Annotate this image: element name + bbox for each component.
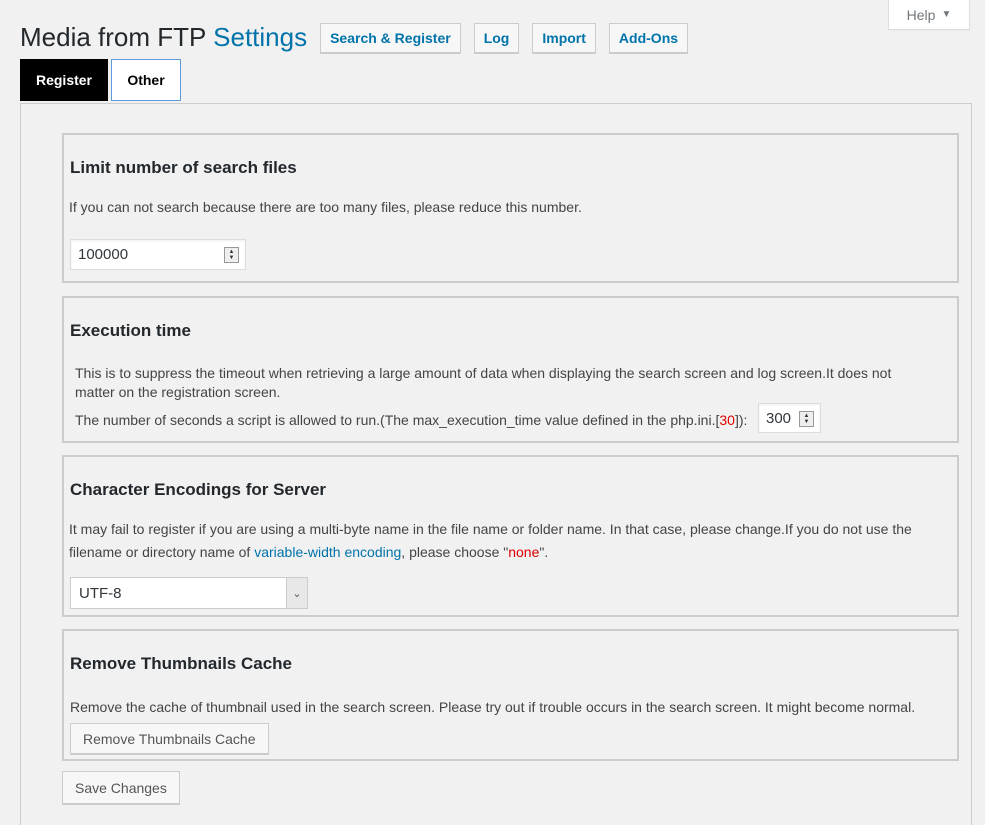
limit-search-files-heading: Limit number of search files (70, 158, 297, 177)
execution-time-section: Execution time This is to suppress the t… (62, 296, 959, 443)
encoding-select[interactable]: UTF-8 ⌄ (70, 577, 308, 609)
remove-thumbnails-cache-button[interactable]: Remove Thumbnails Cache (70, 723, 269, 754)
execution-time-php-line: The number of seconds a script is allowe… (75, 411, 747, 430)
max-execution-time-value: 30 (719, 412, 735, 428)
add-ons-button[interactable]: Add-Ons (608, 23, 689, 53)
execution-time-heading: Execution time (70, 321, 191, 340)
execution-time-line-prefix: The number of seconds a script is allowe… (75, 412, 720, 428)
title-row: Media from FTP Settings Search & Registe… (20, 20, 689, 53)
limit-search-files-section: Limit number of search files If you can … (62, 133, 959, 283)
tab-other[interactable]: Other (111, 59, 181, 101)
encoding-description-part3: ". (539, 544, 549, 560)
number-spinner-icon[interactable]: ▲ ▼ (799, 411, 814, 427)
character-encodings-section: Character Encodings for Server It may fa… (62, 455, 959, 617)
execution-time-line-suffix: ]): (734, 412, 748, 428)
variable-width-encoding-link[interactable]: variable-width encoding (254, 544, 401, 560)
number-spinner-icon[interactable]: ▲ ▼ (224, 247, 239, 263)
help-tab[interactable]: Help ▼ (888, 0, 970, 30)
search-register-button[interactable]: Search & Register (320, 23, 461, 53)
save-changes-button[interactable]: Save Changes (62, 771, 180, 804)
log-button[interactable]: Log (473, 23, 520, 53)
remove-thumbnails-heading: Remove Thumbnails Cache (70, 654, 293, 673)
help-label: Help (906, 6, 936, 23)
character-encodings-heading: Character Encodings for Server (70, 480, 327, 499)
limit-search-files-value: 100000 (78, 246, 129, 263)
remove-thumbnails-section: Remove Thumbnails Cache Remove the cache… (62, 629, 959, 761)
encoding-none-text: none (508, 544, 540, 560)
tab-register[interactable]: Register (20, 59, 108, 101)
limit-search-files-description: If you can not search because there are … (69, 199, 582, 215)
page-title-main: Media from FTP (20, 21, 206, 52)
limit-search-files-input[interactable]: 100000 ▲ ▼ (70, 239, 246, 270)
remove-thumbnails-description: Remove the cache of thumbnail used in th… (70, 699, 916, 715)
chevron-down-icon: ⌄ (286, 578, 307, 608)
tab-bar: Register Other (20, 59, 181, 101)
page-title-accent: Settings (213, 21, 308, 52)
execution-time-input[interactable]: 300 ▲ ▼ (758, 403, 821, 433)
encoding-description-part2: , please choose " (401, 544, 509, 560)
import-button[interactable]: Import (532, 23, 596, 53)
caret-down-icon: ▼ (941, 9, 952, 20)
page-title: Media from FTP Settings (20, 21, 307, 53)
character-encodings-description: It may fail to register if you are using… (69, 518, 949, 564)
settings-panel: Limit number of search files If you can … (20, 103, 972, 825)
execution-time-value: 300 (766, 409, 792, 427)
page: Help ▼ Media from FTP Settings Search & … (0, 0, 985, 825)
execution-time-description: This is to suppress the timeout when ret… (75, 365, 892, 400)
encoding-selected-value: UTF-8 (79, 584, 122, 602)
title-buttons: Search & Register Log Import Add-Ons (320, 23, 689, 53)
